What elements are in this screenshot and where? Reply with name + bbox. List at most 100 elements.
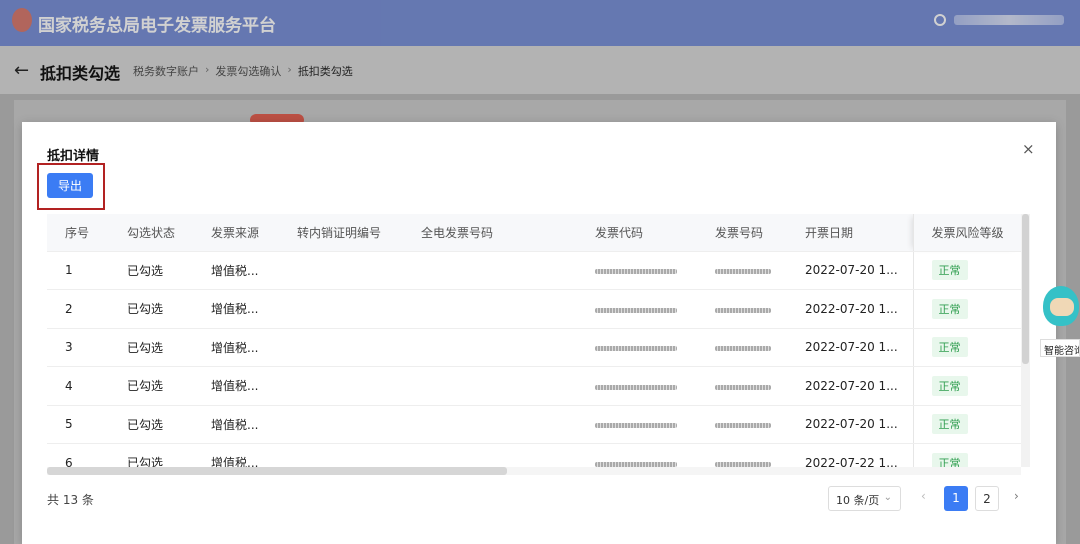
- cell-date: 2022-07-20 1...: [787, 289, 913, 329]
- assistant-face: [1050, 298, 1074, 316]
- cell-date: 2022-07-20 1...: [787, 405, 913, 444]
- table-header-row: 序号 勾选状态 发票来源 转内销证明编号 全电发票号码 发票代码 发票号码 开票…: [47, 214, 1021, 252]
- cell-risk: 正常: [912, 251, 1021, 290]
- cell-source: 增值税...: [193, 366, 279, 406]
- table-row[interactable]: 4 已勾选 增值税... 2022-07-20 1... 正常: [47, 366, 1021, 406]
- cell-invoice-code: [577, 443, 697, 467]
- scroll-thumb[interactable]: [47, 467, 507, 475]
- redacted-value: [595, 423, 677, 429]
- cell-invoice-number: [697, 443, 787, 467]
- assistant-label[interactable]: 智能咨询: [1040, 339, 1080, 357]
- chevron-right-icon: ›: [205, 63, 210, 76]
- page-button-1[interactable]: 1: [944, 486, 968, 511]
- table-row[interactable]: 2 已勾选 增值税... 2022-07-20 1... 正常: [47, 289, 1021, 329]
- breadcrumb: 税务数字账户 › 发票勾选确认 › 抵扣类勾选: [133, 63, 353, 79]
- cell-einvoice-no: [403, 443, 577, 467]
- cell-transfer-no: [279, 405, 403, 444]
- column-header: 发票风险等级: [912, 214, 1021, 252]
- cell-invoice-number: [697, 405, 787, 444]
- cell-status: 已勾选: [109, 289, 193, 329]
- tax-emblem-icon: [12, 8, 32, 32]
- cell-risk: 正常: [912, 443, 1021, 467]
- cell-date: 2022-07-20 1...: [787, 328, 913, 367]
- cell-einvoice-no: [403, 328, 577, 367]
- cell-invoice-number: [697, 251, 787, 290]
- column-header: 发票号码: [697, 214, 787, 252]
- redacted-value: [595, 384, 677, 390]
- risk-tag: 正常: [931, 337, 968, 358]
- cell-einvoice-no: [403, 251, 577, 290]
- cell-index: 1: [47, 251, 109, 290]
- cell-risk: 正常: [912, 328, 1021, 367]
- cell-transfer-no: [279, 289, 403, 329]
- column-header: 开票日期: [787, 214, 913, 252]
- cell-status: 已勾选: [109, 251, 193, 290]
- redacted-value: [715, 269, 771, 275]
- user-menu[interactable]: [934, 14, 1064, 26]
- column-header: 全电发票号码: [403, 214, 577, 252]
- page-size-value: 10 条/页: [836, 494, 880, 507]
- cell-invoice-code: [577, 366, 697, 406]
- back-arrow-icon[interactable]: ←: [14, 60, 29, 81]
- cell-date: 2022-07-20 1...: [787, 366, 913, 406]
- cell-date: 2022-07-22 1...: [787, 443, 913, 467]
- cell-invoice-code: [577, 328, 697, 367]
- vertical-scrollbar[interactable]: [1021, 214, 1030, 467]
- site-title: 国家税务总局电子发票服务平台: [38, 16, 276, 36]
- page-button-2[interactable]: 2: [975, 486, 999, 511]
- cell-date: 2022-07-20 1...: [787, 251, 913, 290]
- cell-index: 4: [47, 366, 109, 406]
- cell-transfer-no: [279, 328, 403, 367]
- close-icon[interactable]: ×: [1022, 140, 1035, 158]
- next-page-icon[interactable]: ›: [1014, 489, 1019, 503]
- redacted-value: [715, 307, 771, 313]
- cell-risk: 正常: [912, 289, 1021, 329]
- breadcrumb-item-account[interactable]: 税务数字账户: [133, 63, 199, 79]
- cell-transfer-no: [279, 251, 403, 290]
- column-header: 转内销证明编号: [279, 214, 403, 252]
- cell-index: 6: [47, 443, 109, 467]
- column-header: 发票代码: [577, 214, 697, 252]
- cell-status: 已勾选: [109, 443, 193, 467]
- cell-index: 3: [47, 328, 109, 367]
- column-header: 发票来源: [193, 214, 279, 252]
- risk-tag: 正常: [931, 298, 968, 319]
- table-row[interactable]: 6 已勾选 增值税... 2022-07-22 1... 正常: [47, 443, 1021, 467]
- scroll-thumb[interactable]: [1022, 214, 1029, 364]
- redacted-value: [715, 384, 771, 390]
- risk-tag: 正常: [931, 375, 968, 396]
- chevron-right-icon: ›: [287, 63, 292, 76]
- assistant-avatar-icon[interactable]: [1040, 278, 1080, 338]
- prev-page-icon[interactable]: ‹: [921, 489, 926, 503]
- redacted-value: [715, 461, 771, 467]
- cell-source: 增值税...: [193, 289, 279, 329]
- chevron-down-icon: ⌄: [883, 492, 892, 503]
- cell-transfer-no: [279, 366, 403, 406]
- breadcrumb-item-current: 抵扣类勾选: [297, 65, 353, 78]
- risk-tag: 正常: [931, 260, 968, 281]
- cell-source: 增值税...: [193, 251, 279, 290]
- table-row[interactable]: 1 已勾选 增值税... 2022-07-20 1... 正常: [47, 251, 1021, 290]
- cell-status: 已勾选: [109, 366, 193, 406]
- horizontal-scrollbar[interactable]: [47, 467, 1021, 475]
- redacted-value: [595, 461, 677, 467]
- deduction-detail-modal: 抵扣详情 × 导出 序号 勾选状态 发票来源 转内销证明编号 全电发票号码 发票…: [22, 122, 1056, 544]
- cell-invoice-number: [697, 366, 787, 406]
- redacted-value: [595, 346, 677, 352]
- redacted-value: [595, 307, 677, 313]
- cell-source: 增值税...: [193, 328, 279, 367]
- cell-status: 已勾选: [109, 328, 193, 367]
- export-button[interactable]: 导出: [47, 173, 93, 198]
- breadcrumb-item-confirm[interactable]: 发票勾选确认: [215, 63, 281, 79]
- cell-transfer-no: [279, 443, 403, 467]
- user-icon: [934, 14, 946, 26]
- cell-invoice-number: [697, 289, 787, 329]
- cell-status: 已勾选: [109, 405, 193, 444]
- page-size-select[interactable]: 10 条/页 ⌄: [828, 486, 901, 511]
- modal-title: 抵扣详情: [47, 149, 100, 164]
- cell-invoice-code: [577, 289, 697, 329]
- cell-invoice-code: [577, 405, 697, 444]
- table-row[interactable]: 3 已勾选 增值税... 2022-07-20 1... 正常: [47, 328, 1021, 367]
- table-row[interactable]: 5 已勾选 增值税... 2022-07-20 1... 正常: [47, 405, 1021, 444]
- column-header: 序号: [47, 214, 109, 252]
